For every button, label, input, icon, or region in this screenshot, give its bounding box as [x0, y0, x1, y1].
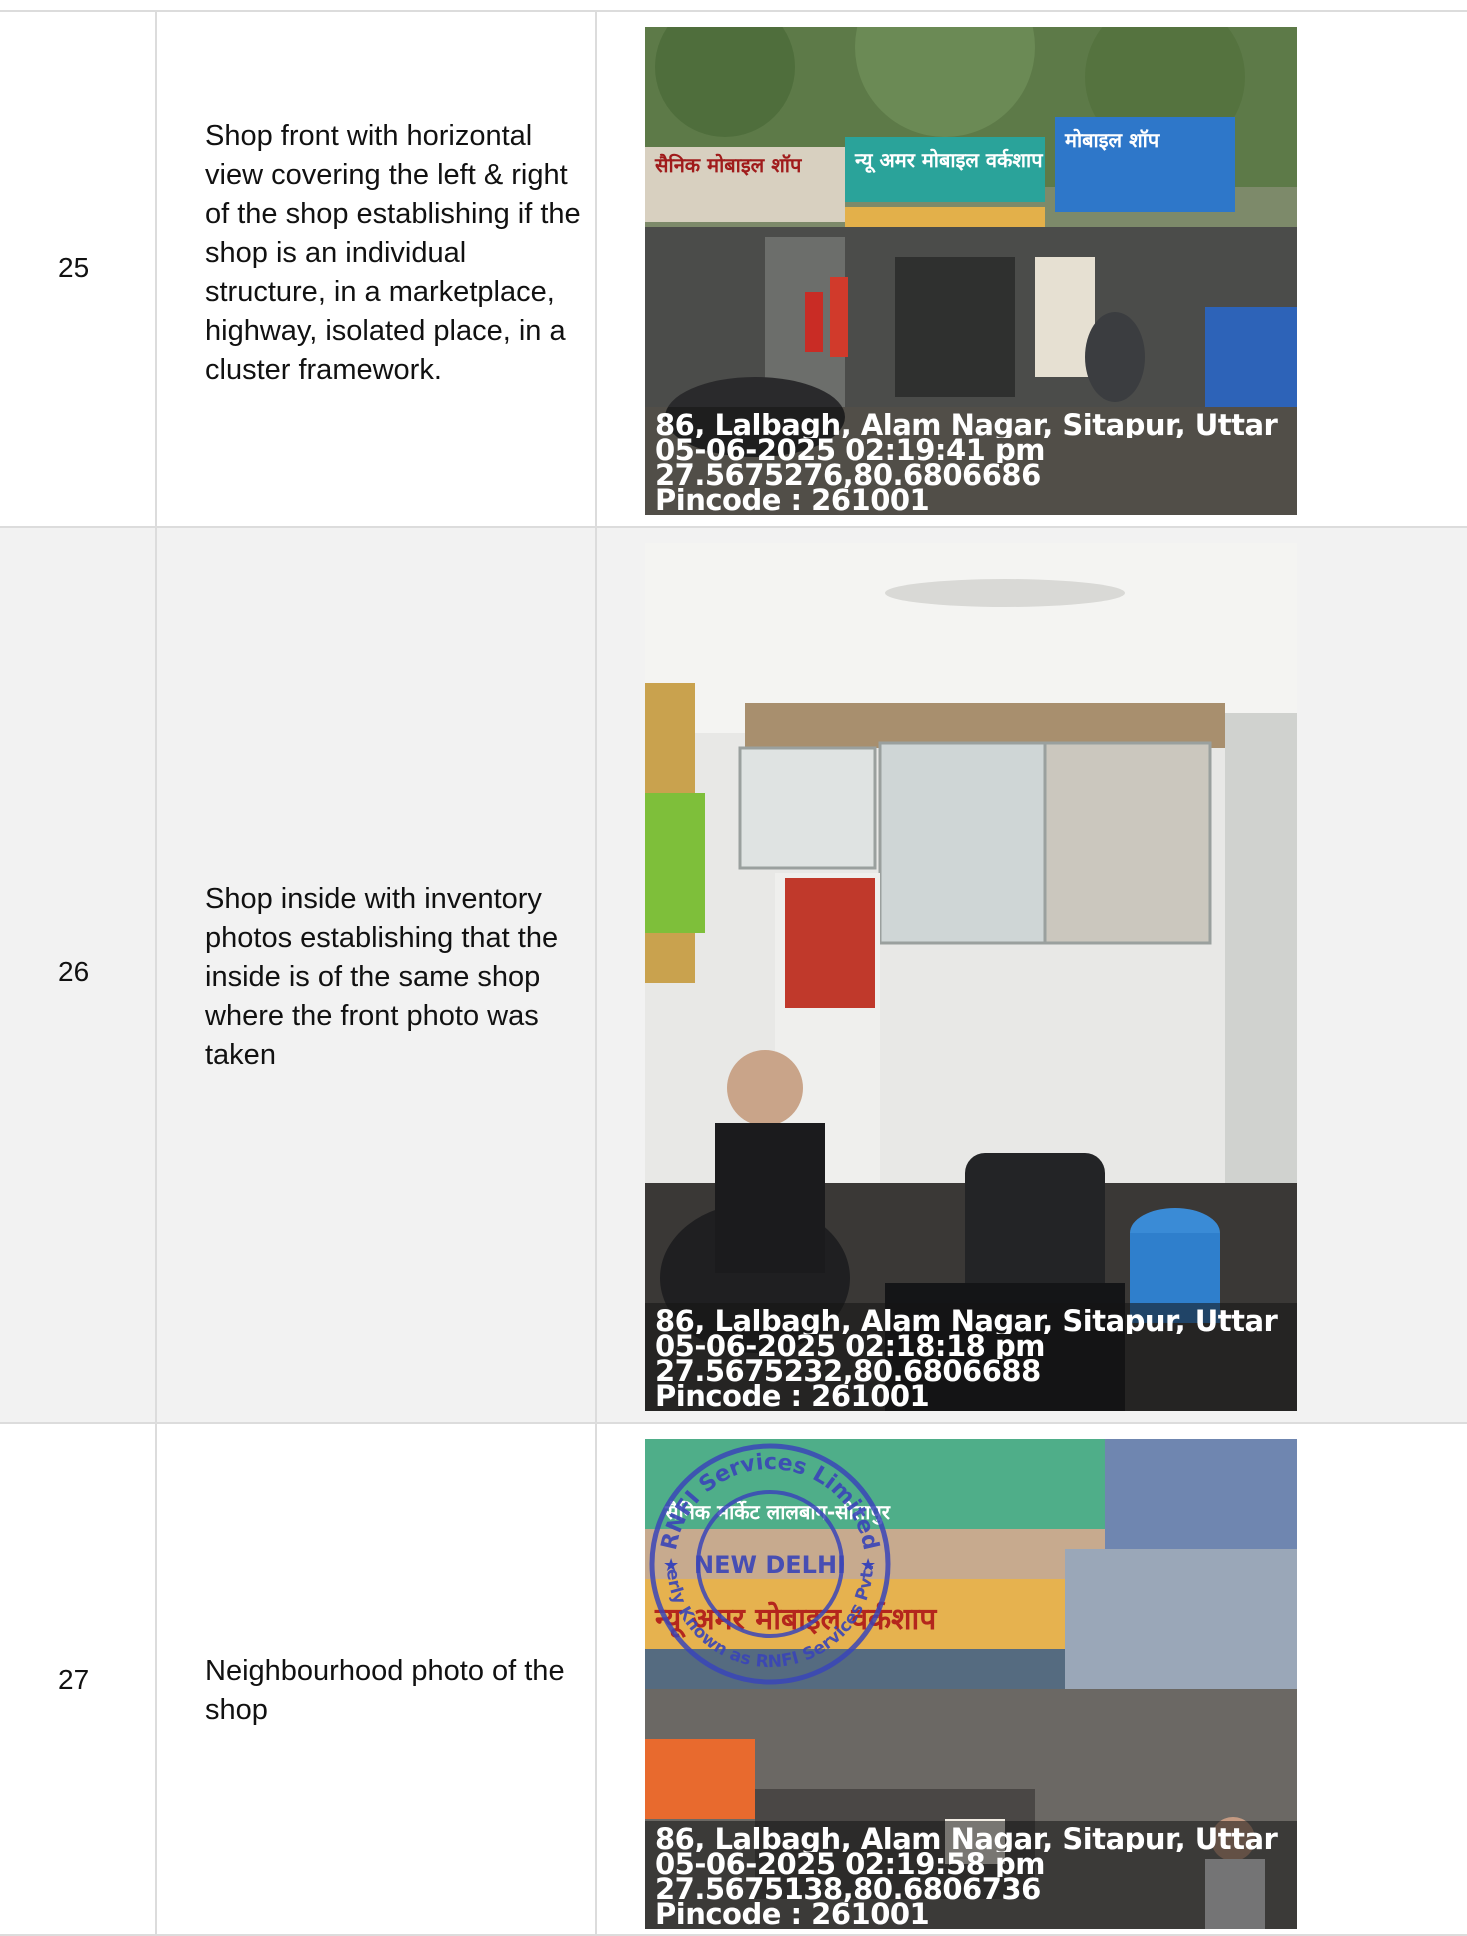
column-divider	[595, 1424, 597, 1934]
photo-datetime: 05-06-2025 02:19:58 pm	[655, 1852, 1045, 1877]
column-divider	[595, 528, 597, 1422]
photo-address: 86, Lalbagh, Alam Nagar, Sitapur, Uttar …	[655, 413, 1287, 438]
column-divider	[155, 528, 157, 1422]
stamp-star-icon: ★	[860, 1555, 876, 1575]
photo-address: 86, Lalbagh, Alam Nagar, Sitapur, Uttar …	[655, 1827, 1287, 1852]
document-table: 25 Shop front with horizontal view cover…	[0, 10, 1467, 1936]
table-row: 25 Shop front with horizontal view cover…	[0, 12, 1467, 528]
photo-datetime: 05-06-2025 02:19:41 pm	[655, 438, 1045, 463]
row-number: 26	[58, 956, 90, 987]
stamp-star-icon: ★	[663, 1555, 679, 1575]
photo-pincode: Pincode : 261001	[655, 1902, 930, 1927]
geotag-overlay: 86, Lalbagh, Alam Nagar, Sitapur, Uttar …	[645, 1821, 1297, 1929]
stamp-center-text: NEW DELHI	[694, 1551, 846, 1579]
sign-text: सैनिक मोबाइल शॉप	[654, 153, 803, 177]
geotag-overlay: 86, Lalbagh, Alam Nagar, Sitapur, Uttar …	[645, 1303, 1297, 1411]
column-divider	[155, 1424, 157, 1934]
photo-datetime: 05-06-2025 02:18:18 pm	[655, 1334, 1045, 1359]
photo-pincode: Pincode : 261001	[655, 488, 930, 513]
neighbourhood-photo: सैनिक मार्केट लालबाग-सीतापुर न्यू अमर मो…	[645, 1439, 1297, 1929]
shop-front-photo: सैनिक मोबाइल शॉप न्यू अमर मोबाइल वर्कशाप…	[645, 27, 1297, 515]
stamp-top-text: RNFI Services Limited	[657, 1450, 883, 1552]
photo-coordinates: 27.5675138,80.6806736	[655, 1877, 1041, 1902]
sign-text: मोबाइल शॉप	[1064, 128, 1161, 152]
photo-address: 86, Lalbagh, Alam Nagar, Sitapur, Uttar …	[655, 1309, 1287, 1334]
sign-text: न्यू अमर मोबाइल वर्कशाप	[854, 148, 1044, 173]
svg-text:RNFI Services Limited: RNFI Services Limited	[657, 1450, 883, 1552]
shop-inside-photo: 86, Lalbagh, Alam Nagar, Sitapur, Uttar …	[645, 543, 1297, 1411]
row-number: 27	[58, 1664, 90, 1695]
column-divider	[595, 12, 597, 526]
photo-pincode: Pincode : 261001	[655, 1384, 930, 1409]
geotag-overlay: 86, Lalbagh, Alam Nagar, Sitapur, Uttar …	[645, 407, 1297, 515]
table-row: 27 Neighbourhood photo of the shop सैनिक…	[0, 1424, 1467, 1936]
photo-coordinates: 27.5675232,80.6806688	[655, 1359, 1041, 1384]
photo-coordinates: 27.5675276,80.6806686	[655, 463, 1041, 488]
company-stamp: RNFI Services Limited (Formerly Known as…	[645, 1439, 891, 1685]
shop-inside-image	[645, 543, 1297, 1411]
row-number: 25	[58, 252, 90, 283]
row-description: Shop front with horizontal view covering…	[205, 120, 581, 386]
column-divider	[155, 12, 157, 526]
row-description: Shop inside with inventory photos establ…	[205, 883, 559, 1071]
row-description: Neighbourhood photo of the shop	[205, 1655, 565, 1726]
table-row: 26 Shop inside with inventory photos est…	[0, 528, 1467, 1424]
